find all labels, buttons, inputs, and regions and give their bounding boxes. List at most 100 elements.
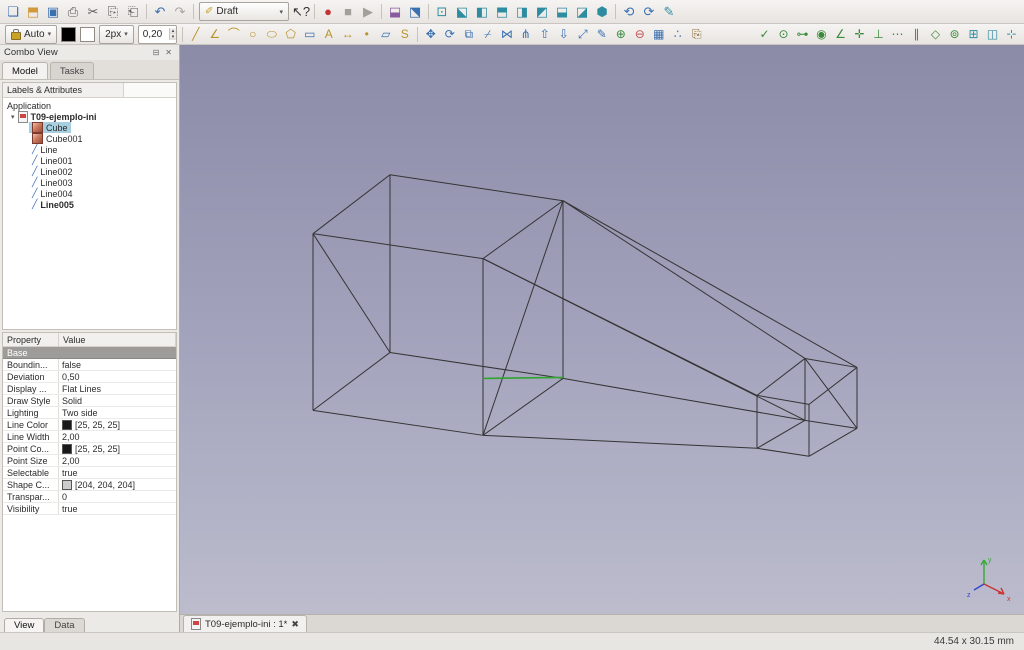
draft-edit-button[interactable]: ✎ (592, 25, 611, 43)
property-row[interactable]: Point Size2,00 (3, 455, 176, 467)
property-value[interactable]: Two side (59, 407, 176, 418)
draft-del-point-button[interactable]: ⊖ (630, 25, 649, 43)
model-edge[interactable] (563, 201, 857, 368)
redo-button[interactable]: ↷ (170, 2, 190, 21)
snap-lock-button[interactable]: ✓ (755, 25, 774, 43)
scale-spinbox[interactable]: 0,20 ▴ ▾ (138, 25, 178, 44)
view-left-button[interactable]: ◪ (572, 2, 592, 21)
document-tab[interactable]: T09-ejemplo-ini : 1* ✖ (183, 615, 307, 632)
part-extrude-button[interactable]: ⬔ (405, 2, 425, 21)
draft-move-button[interactable]: ✥ (421, 25, 440, 43)
view-bottom-button[interactable]: ⬓ (552, 2, 572, 21)
line-width-selector[interactable]: 2px ▾ (99, 25, 134, 44)
open-folder-button[interactable]: ⬒ (23, 2, 43, 21)
model-edge[interactable] (313, 352, 390, 410)
draft-arc-button[interactable]: ⌒ (224, 25, 243, 43)
draft-join-button[interactable]: ⋈ (497, 25, 516, 43)
property-row[interactable]: Boundin...false (3, 359, 176, 371)
model-edge[interactable] (483, 201, 563, 436)
property-value[interactable]: false (59, 359, 176, 370)
rotate-left-button[interactable]: ⟲ (619, 2, 639, 21)
snap-near-button[interactable]: ⊚ (945, 25, 964, 43)
model-edge[interactable] (563, 201, 805, 359)
view-isometric-button[interactable]: ⬕ (452, 2, 472, 21)
whats-this-button[interactable]: ↖? (291, 2, 311, 21)
draft-dimension-button[interactable]: ↔ (338, 25, 357, 43)
tree-column-header[interactable]: Labels & Attributes (3, 83, 124, 97)
view-axonometric-button[interactable]: ⬢ (592, 2, 612, 21)
draft-split-button[interactable]: ⋔ (516, 25, 535, 43)
model-edge[interactable] (757, 358, 805, 395)
model-edge[interactable] (390, 352, 563, 378)
property-row[interactable]: Draw StyleSolid (3, 395, 176, 407)
property-value[interactable]: [204, 204, 204] (59, 479, 176, 490)
macro-record-button[interactable]: ● (318, 2, 338, 21)
face-color-swatch-button[interactable] (80, 27, 95, 42)
workbench-selector[interactable]: ✐Draft▾ (199, 2, 289, 21)
draft-shapestring-button[interactable]: S (395, 25, 414, 43)
selected-edge[interactable] (483, 377, 563, 378)
property-row[interactable]: Transpar...0 (3, 491, 176, 503)
property-group-base[interactable]: Base (3, 347, 176, 359)
model-edge[interactable] (809, 428, 857, 456)
snap-working-plane-button[interactable]: ◫ (983, 25, 1002, 43)
draft-text-button[interactable]: A (319, 25, 338, 43)
draft-point-button[interactable]: • (357, 25, 376, 43)
draft-trimex-button[interactable]: ⌿ (478, 25, 497, 43)
draft-upgrade-button[interactable]: ⇧ (535, 25, 554, 43)
draft-rotate-button[interactable]: ⟳ (440, 25, 459, 43)
draft-offset-button[interactable]: ⧉ (459, 25, 478, 43)
tree-item-line005[interactable]: ╱Line005 (3, 199, 176, 210)
property-value[interactable]: Solid (59, 395, 176, 406)
draft-polyline-button[interactable]: ∠ (205, 25, 224, 43)
float-panel-icon[interactable]: ⊟ (150, 48, 163, 57)
property-row[interactable]: Point Co...[25, 25, 25] (3, 443, 176, 455)
view-front-button[interactable]: ◧ (472, 2, 492, 21)
tree-item-line004[interactable]: ╱Line004 (3, 188, 176, 199)
model-edge[interactable] (313, 410, 483, 435)
tab-data[interactable]: Data (44, 618, 84, 632)
view-rear-button[interactable]: ◩ (532, 2, 552, 21)
tree-item-line[interactable]: ╱Line (3, 144, 176, 155)
close-panel-icon[interactable]: ✕ (162, 48, 175, 57)
new-file-button[interactable]: ❏ (3, 2, 23, 21)
view-top-button[interactable]: ⬒ (492, 2, 512, 21)
snap-grid-button[interactable]: ⊞ (964, 25, 983, 43)
property-row[interactable]: Line Width2,00 (3, 431, 176, 443)
wireframe-model[interactable] (180, 45, 1024, 614)
model-edge[interactable] (757, 420, 805, 448)
property-value[interactable]: true (59, 503, 176, 514)
model-edge[interactable] (483, 201, 563, 259)
part-box-button[interactable]: ⬓ (385, 2, 405, 21)
auto-constrain-selector[interactable]: Auto ▾ (5, 25, 57, 44)
draft-circle-button[interactable]: ○ (243, 25, 262, 43)
save-button[interactable]: ▣ (43, 2, 63, 21)
snap-angle-button[interactable]: ∠ (831, 25, 850, 43)
model-edge[interactable] (757, 448, 809, 456)
snap-dimensions-button[interactable]: ⊹ (1002, 25, 1021, 43)
paste-button[interactable]: ⎗ (123, 2, 143, 21)
model-edge[interactable] (313, 234, 483, 259)
model-edge[interactable] (390, 175, 563, 201)
snap-special-button[interactable]: ◇ (926, 25, 945, 43)
draft-add-point-button[interactable]: ⊕ (611, 25, 630, 43)
property-value[interactable]: 0,50 (59, 371, 176, 382)
draft-downgrade-button[interactable]: ⇩ (554, 25, 573, 43)
model-edge[interactable] (313, 175, 390, 234)
expander-icon[interactable]: ▾ (11, 113, 15, 121)
snap-center-button[interactable]: ◉ (812, 25, 831, 43)
snap-midpoint-button[interactable]: ⊶ (793, 25, 812, 43)
property-value[interactable]: [25, 25, 25] (59, 419, 176, 430)
view-fit-all-button[interactable]: ⊡ (432, 2, 452, 21)
snap-perpendicular-button[interactable]: ⊥ (869, 25, 888, 43)
line-color-swatch-button[interactable] (61, 27, 76, 42)
draft-tray-button[interactable]: ✎ (659, 2, 679, 21)
tree-item-document[interactable]: ▾ T09-ejemplo-ini (3, 111, 176, 122)
model-edge[interactable] (313, 234, 390, 353)
property-row[interactable]: Line Color[25, 25, 25] (3, 419, 176, 431)
property-value[interactable]: 0 (59, 491, 176, 502)
draft-polygon-button[interactable]: ⬠ (281, 25, 300, 43)
property-row[interactable]: LightingTwo side (3, 407, 176, 419)
draft-facebinder-button[interactable]: ▱ (376, 25, 395, 43)
undo-button[interactable]: ↶ (150, 2, 170, 21)
